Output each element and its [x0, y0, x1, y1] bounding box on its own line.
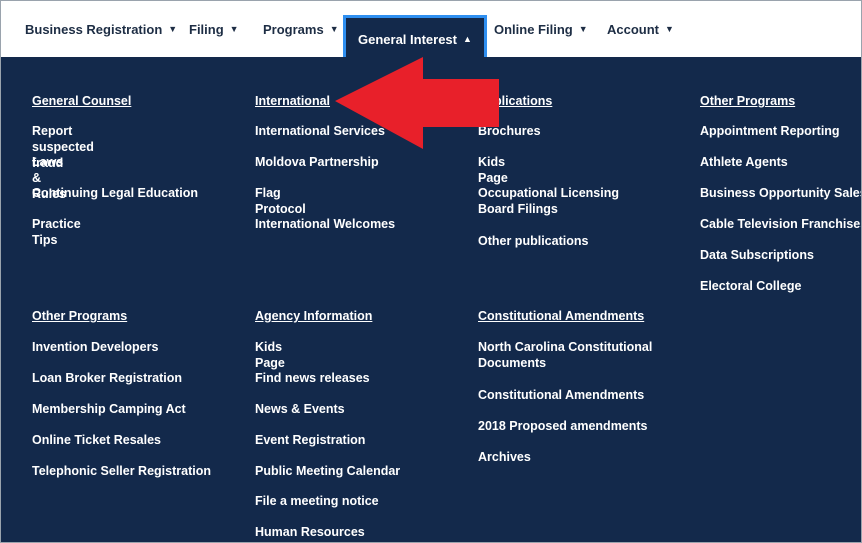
- chevron-down-icon: ▼: [168, 24, 178, 34]
- nav-label: General Interest: [358, 31, 457, 47]
- arrow-shape: [335, 57, 499, 149]
- menu-link[interactable]: Appointment Reporting: [700, 123, 840, 139]
- menu-link[interactable]: North Carolina Constitutional Documents: [478, 339, 658, 371]
- red-arrow-annotation-icon: [335, 57, 499, 149]
- nav-label: Account: [607, 21, 659, 37]
- menu-heading[interactable]: Constitutional Amendments: [478, 309, 644, 323]
- chevron-down-icon: ▼: [578, 24, 588, 34]
- menu-link[interactable]: Kids Page: [255, 339, 285, 371]
- menu-link[interactable]: Archives: [478, 449, 531, 465]
- nav-label: Business Registration: [25, 21, 163, 37]
- top-nav-bar: Business Registration ▼ Filing ▼ Program…: [1, 1, 861, 60]
- menu-link[interactable]: Membership Camping Act: [32, 401, 186, 417]
- menu-link[interactable]: News & Events: [255, 401, 345, 417]
- chevron-down-icon: ▼: [665, 24, 674, 34]
- menu-link[interactable]: Data Subscriptions: [700, 247, 814, 263]
- menu-heading[interactable]: International: [255, 94, 330, 108]
- menu-link[interactable]: Public Meeting Calendar: [255, 463, 400, 479]
- menu-link[interactable]: Event Registration: [255, 432, 365, 448]
- menu-heading[interactable]: Other Programs: [32, 309, 127, 323]
- menu-link[interactable]: Practice Tips: [32, 216, 81, 248]
- menu-link[interactable]: Cable Television Franchises: [700, 216, 861, 232]
- menu-link[interactable]: Occupational Licensing Board Filings: [478, 185, 658, 217]
- menu-link[interactable]: Athlete Agents: [700, 154, 788, 170]
- nav-online-filing[interactable]: Online Filing ▼: [494, 1, 588, 57]
- nav-label: Online Filing: [494, 21, 573, 37]
- menu-link[interactable]: Moldova Partnership: [255, 154, 379, 170]
- menu-heading[interactable]: General Counsel: [32, 94, 131, 108]
- menu-link[interactable]: Business Opportunity Sales: [700, 185, 861, 201]
- menu-link[interactable]: Flag Protocol: [255, 185, 306, 217]
- nav-label: Filing: [189, 21, 224, 37]
- menu-link[interactable]: Telephonic Seller Registration: [32, 463, 211, 479]
- nav-programs[interactable]: Programs ▼: [263, 1, 339, 57]
- menu-link[interactable]: International Welcomes: [255, 216, 395, 232]
- chevron-down-icon: ▼: [229, 24, 239, 34]
- chevron-down-icon: ▼: [329, 24, 339, 34]
- menu-link[interactable]: 2018 Proposed amendments: [478, 418, 648, 434]
- nav-account[interactable]: Account ▼: [607, 1, 674, 57]
- menu-link[interactable]: Find news releases: [255, 370, 370, 386]
- nav-filing[interactable]: Filing ▼: [189, 1, 239, 57]
- menu-link[interactable]: File a meeting notice: [255, 493, 379, 509]
- menu-link[interactable]: Other publications: [478, 233, 588, 249]
- menu-link[interactable]: Kids Page: [478, 154, 508, 186]
- menu-link[interactable]: Electoral College: [700, 278, 801, 294]
- browser-frame: Business Registration ▼ Filing ▼ Program…: [0, 0, 862, 543]
- menu-heading[interactable]: Other Programs: [700, 94, 795, 108]
- menu-link[interactable]: Continuing Legal Education: [32, 185, 198, 201]
- nav-business-registration[interactable]: Business Registration ▼: [25, 1, 177, 57]
- menu-link[interactable]: Constitutional Amendments: [478, 387, 644, 403]
- menu-link[interactable]: Loan Broker Registration: [32, 370, 182, 386]
- menu-link[interactable]: Human Resources: [255, 524, 365, 540]
- nav-general-interest[interactable]: General Interest ▲: [343, 15, 487, 60]
- menu-link[interactable]: Invention Developers: [32, 339, 158, 355]
- chevron-up-icon: ▲: [463, 34, 472, 44]
- menu-heading[interactable]: Agency Information: [255, 309, 372, 323]
- menu-link[interactable]: Online Ticket Resales: [32, 432, 161, 448]
- nav-label: Programs: [263, 21, 324, 37]
